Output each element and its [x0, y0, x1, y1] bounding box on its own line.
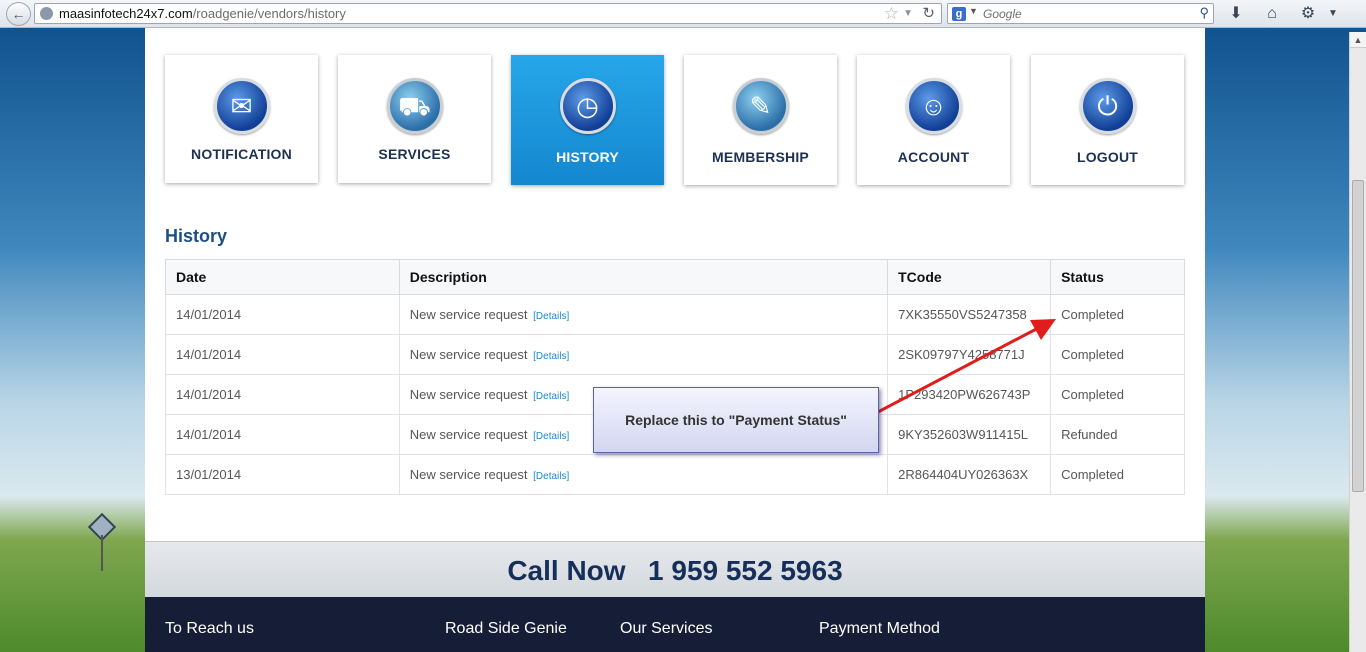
url-path: /roadgenie/vendors/history	[192, 6, 346, 21]
column-header-status: Status	[1050, 259, 1185, 295]
download-icon[interactable]: ⬇	[1225, 3, 1247, 25]
section-title: History	[165, 226, 228, 246]
table-header-row: Date Description TCode Status	[165, 259, 1185, 295]
reload-icon[interactable]: ↻	[922, 4, 935, 23]
cell-status: Refunded	[1050, 414, 1185, 455]
annotation-arrow-icon	[877, 319, 1056, 414]
cell-status: Completed	[1050, 374, 1185, 415]
column-header-description: Description	[398, 259, 889, 295]
footer-heading-about: Road Side Genie	[445, 620, 567, 637]
tile-membership[interactable]: ✎ MEMBERSHIP	[684, 55, 837, 185]
cell-date: 14/01/2014	[165, 414, 400, 455]
sign-post	[101, 535, 103, 571]
cell-description: New service request [Details]	[398, 454, 889, 495]
details-link[interactable]: [Details]	[533, 471, 569, 482]
cell-tcode: 2R864404UY026363X	[887, 454, 1052, 495]
page-scrollbar[interactable]: ▲	[1349, 32, 1366, 652]
column-header-date: Date	[165, 259, 400, 295]
tile-label: SERVICES	[378, 146, 451, 162]
footer: To Reach us Road Side Genie Our Services…	[145, 597, 1205, 652]
call-now-bar: Call Now 1 959 552 5963	[145, 541, 1205, 597]
cell-description: New service request [Details]	[398, 334, 889, 375]
tile-label: NOTIFICATION	[191, 146, 292, 162]
call-now-label: Call Now	[507, 555, 626, 586]
tile-logout[interactable]: ⏻ LOGOUT	[1031, 55, 1184, 185]
scroll-thumb[interactable]	[1352, 180, 1364, 492]
search-placeholder: Google	[983, 7, 1022, 21]
search-bar[interactable]: g ▼ Google ⚲	[947, 3, 1214, 24]
cell-date: 13/01/2014	[165, 454, 400, 495]
url-text: maasinfotech24x7.com/roadgenie/vendors/h…	[59, 4, 346, 23]
cell-status: Completed	[1050, 334, 1185, 375]
description-text: New service request	[409, 427, 528, 442]
footer-heading-contact: To Reach us	[165, 620, 254, 637]
tile-label: ACCOUNT	[897, 149, 970, 165]
globe-icon	[40, 7, 53, 20]
tile-notification[interactable]: ✉ NOTIFICATION	[165, 55, 318, 183]
menu-dropdown-icon[interactable]: ▼	[1322, 3, 1344, 25]
tile-account[interactable]: ☺ ACCOUNT	[857, 55, 1010, 185]
tile-label: LOGOUT	[1076, 149, 1139, 165]
power-icon: ⏻	[1079, 78, 1136, 134]
cell-description: New service request [Details]	[398, 294, 889, 335]
url-host: maasinfotech24x7.com	[59, 6, 193, 21]
description-text: New service request	[409, 387, 528, 402]
back-arrow-icon[interactable]: ←	[6, 2, 31, 26]
cell-date: 14/01/2014	[165, 294, 400, 335]
browser-toolbar: ← maasinfotech24x7.com/roadgenie/vendors…	[0, 0, 1366, 28]
home-icon[interactable]: ⌂	[1261, 3, 1283, 25]
google-engine-icon[interactable]: g	[952, 7, 966, 21]
history-dropdown-icon[interactable]: ▼	[903, 4, 913, 23]
search-engine-dropdown-icon[interactable]: ▼	[969, 6, 978, 16]
footer-heading-payment: Payment Method	[819, 620, 940, 637]
details-link[interactable]: [Details]	[533, 351, 569, 362]
footer-heading-services: Our Services	[620, 620, 713, 637]
clock-icon: ◷	[559, 78, 616, 134]
tile-services[interactable]: ⛟ SERVICES	[338, 55, 491, 183]
cell-date: 14/01/2014	[165, 334, 400, 375]
user-icon: ☺	[905, 78, 962, 134]
cell-tcode: 9KY352603W911415L	[887, 414, 1052, 455]
addon-icon[interactable]: ⚙	[1297, 3, 1319, 25]
details-link[interactable]: [Details]	[533, 311, 569, 322]
details-link[interactable]: [Details]	[533, 391, 569, 402]
table-row: 13/01/2014 New service request [Details]…	[165, 454, 1185, 495]
main-content: ✉ NOTIFICATION ⛟ SERVICES ◷ HISTORY ✎ ME…	[145, 28, 1205, 542]
envelope-icon: ✉	[213, 78, 270, 134]
phone-number[interactable]: 1 959 552 5963	[648, 555, 843, 586]
description-text: New service request	[409, 307, 528, 322]
annotation-callout: Replace this to "Payment Status"	[593, 387, 879, 453]
tile-label: HISTORY	[556, 149, 619, 165]
bookmark-star-icon[interactable]: ☆	[884, 4, 899, 23]
details-link[interactable]: [Details]	[533, 431, 569, 442]
address-bar[interactable]: maasinfotech24x7.com/roadgenie/vendors/h…	[34, 3, 942, 24]
tile-label: MEMBERSHIP	[712, 149, 809, 165]
cell-date: 14/01/2014	[165, 374, 400, 415]
scroll-up-icon[interactable]: ▲	[1350, 32, 1366, 48]
cell-status: Completed	[1050, 454, 1185, 495]
search-icon[interactable]: ⚲	[1199, 5, 1209, 21]
description-text: New service request	[409, 347, 528, 362]
column-header-tcode: TCode	[887, 259, 1052, 295]
description-text: New service request	[409, 467, 528, 482]
tile-history[interactable]: ◷ HISTORY	[511, 55, 664, 185]
tow-truck-icon: ⛟	[386, 78, 443, 134]
cell-status: Completed	[1050, 294, 1185, 335]
membership-card-icon: ✎	[732, 78, 789, 134]
